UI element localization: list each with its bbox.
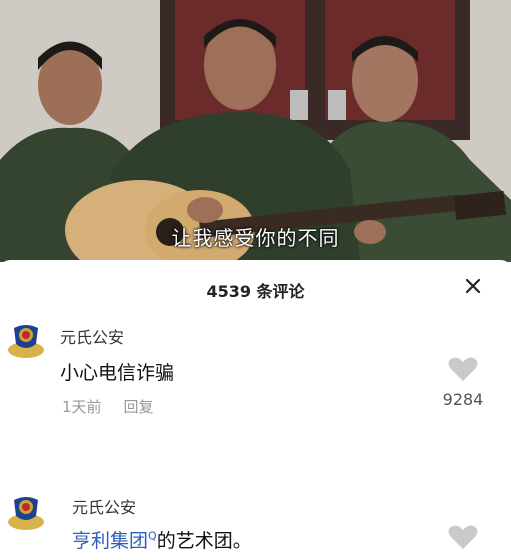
close-icon[interactable] [461, 274, 485, 298]
like-button[interactable]: 9284 [433, 356, 493, 409]
video-player[interactable]: 让我感受你的不同 [0, 0, 511, 262]
heart-icon [448, 357, 478, 381]
comment-text-rest: 的艺术团。 [156, 530, 252, 552]
comments-count-title: 4539 条评论 [206, 282, 305, 301]
comments-sheet: 4539 条评论 元氏公安 小心电信诈骗 1天前 回复 9284 元氏公安 亨利… [0, 260, 511, 560]
video-subtitle: 让我感受你的不同 [171, 226, 340, 250]
like-count: 9284 [442, 390, 484, 409]
comment-item: 元氏公安 亨利集团Q的艺术团。 [0, 490, 511, 560]
comment-meta: 1天前 回复 [62, 396, 154, 417]
comment-text: 亨利集团Q的艺术团。 [72, 526, 252, 553]
comment-username[interactable]: 元氏公安 [72, 494, 136, 518]
comment-text: 小心电信诈骗 [60, 362, 175, 384]
police-badge-avatar[interactable] [6, 320, 46, 360]
comment-item: 元氏公安 小心电信诈骗 1天前 回复 9284 [0, 320, 511, 440]
like-button[interactable] [433, 524, 493, 550]
comment-link[interactable]: 亨利集团 [72, 530, 148, 552]
police-badge-avatar[interactable] [6, 492, 46, 532]
search-icon[interactable]: Q [148, 530, 157, 543]
comment-username[interactable]: 元氏公安 [60, 324, 124, 348]
heart-icon [448, 525, 478, 549]
comment-time: 1天前 [62, 398, 102, 416]
reply-button[interactable]: 回复 [124, 398, 154, 416]
